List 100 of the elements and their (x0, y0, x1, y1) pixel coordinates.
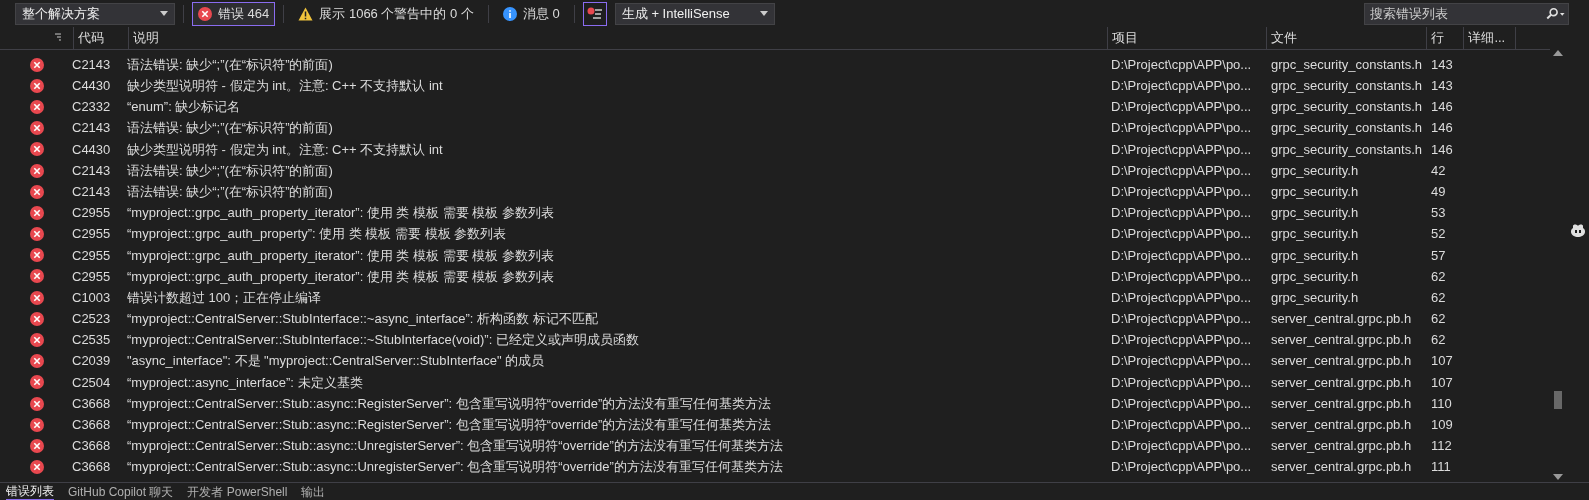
line-number: 143 (1430, 77, 1454, 96)
file-name: grpc_security_constants.h (1270, 98, 1424, 117)
file-name: server_central.grpc.pb.h (1270, 394, 1413, 413)
filter-toggle[interactable]: 错误 464 (192, 1, 276, 26)
copilot-icon[interactable] (1569, 223, 1586, 238)
filter-icon (586, 6, 603, 21)
line-number: 143 (1430, 55, 1454, 74)
error-code: C2504 (71, 373, 112, 392)
line-number: 146 (1430, 119, 1454, 138)
line-number: 62 (1430, 310, 1447, 329)
file-name: grpc_security.h (1270, 267, 1360, 286)
error-icon (198, 6, 212, 21)
line-number: 53 (1430, 204, 1447, 223)
error-icon (30, 184, 44, 199)
column-header[interactable]: 代码 (72, 27, 128, 49)
panel-tab[interactable]: 输出 (301, 483, 326, 500)
error-icon (30, 311, 44, 326)
file-name: grpc_security.h (1270, 204, 1360, 223)
caret-icon (160, 11, 168, 16)
file-name: grpc_security_constants.h (1270, 77, 1424, 96)
file-name: grpc_security.h (1270, 246, 1360, 265)
line-number: 146 (1430, 140, 1454, 159)
error-code: C2955 (71, 267, 112, 286)
file-name: grpc_security.h (1270, 161, 1360, 180)
error-description: "async_interface": 不是 "myproject::CentralServer::StubInterface" 的成员 (126, 352, 546, 371)
error-icon (30, 205, 44, 220)
project-path: D:\Project\cpp\APP\po... (1110, 77, 1253, 96)
error-description: “myproject::CentralServer::StubInterface::~async_interface”: 析构函数 标记不匹配 (126, 310, 599, 329)
warning-icon (298, 6, 314, 21)
build-dropdown[interactable]: 生成 + IntelliSense (614, 2, 775, 25)
info-icon (502, 6, 517, 21)
error-icon (30, 290, 44, 305)
project-path: D:\Project\cpp\APP\po... (1110, 246, 1253, 265)
column-header[interactable]: 文件 (1266, 27, 1426, 49)
filter-button[interactable] (582, 1, 607, 26)
scope-dropdown[interactable]: 整个解决方案 (15, 2, 175, 25)
error-icon (30, 354, 44, 369)
error-description: “enum”: 缺少标记名 (126, 98, 242, 117)
project-path: D:\Project\cpp\APP\po... (1110, 373, 1253, 392)
error-description: “myproject::grpc_auth_property_iterator”: 使用 类 模板 需要 模板 参数列表 (126, 246, 555, 265)
error-code: C2039 (71, 352, 112, 371)
project-path: D:\Project\cpp\APP\po... (1110, 310, 1253, 329)
error-description: 错误计数超过 100；正在停止编译 (126, 288, 323, 307)
line-number: 62 (1430, 288, 1447, 307)
error-icon (30, 227, 44, 242)
column-header[interactable]: 行 (1425, 27, 1464, 49)
file-name: server_central.grpc.pb.h (1270, 437, 1413, 456)
file-name: server_central.grpc.pb.h (1270, 458, 1413, 477)
project-path: D:\Project\cpp\APP\po... (1110, 225, 1253, 244)
line-number: 146 (1430, 98, 1454, 117)
project-path: D:\Project\cpp\APP\po... (1110, 352, 1253, 371)
error-icon (30, 460, 44, 475)
file-name: server_central.grpc.pb.h (1270, 416, 1413, 435)
line-number: 107 (1430, 352, 1454, 371)
project-path: D:\Project\cpp\APP\po... (1110, 331, 1253, 350)
project-path: D:\Project\cpp\APP\po... (1110, 458, 1253, 477)
error-code: C2523 (71, 310, 112, 329)
error-code: C3668 (71, 437, 112, 456)
file-name: grpc_security_constants.h (1270, 140, 1424, 159)
scrollbar-thumb[interactable] (1554, 391, 1562, 409)
column-header[interactable]: 详细... (1463, 27, 1516, 49)
column-header[interactable]: 说明 (127, 27, 1107, 49)
error-description: “myproject::CentralServer::Stub::async::UnregisterServer”: 包含重写说明符“override”的方法没有重写任何基类方法 (126, 437, 784, 456)
project-path: D:\Project\cpp\APP\po... (1110, 182, 1253, 201)
panel-tab[interactable]: GitHub Copilot 聊天 (68, 483, 174, 500)
error-icon (30, 396, 44, 411)
error-code: C4430 (71, 77, 112, 96)
file-name: grpc_security.h (1270, 225, 1360, 244)
error-description: “myproject::CentralServer::Stub::async::RegisterServer”: 包含重写说明符“override”的方法没有重写任何基类方法 (126, 416, 773, 435)
filter-toggle[interactable]: 消息 0 (496, 1, 566, 26)
error-description: “myproject::grpc_auth_property_iterator”: 使用 类 模板 需要 模板 参数列表 (126, 267, 555, 286)
error-description: “myproject::grpc_auth_property_iterator”: 使用 类 模板 需要 模板 参数列表 (126, 204, 555, 223)
error-description: 语法错误: 缺少“;”(在“标识符”的前面) (126, 119, 334, 138)
file-name: grpc_security_constants.h (1270, 119, 1424, 138)
project-path: D:\Project\cpp\APP\po... (1110, 394, 1253, 413)
line-number: 49 (1430, 182, 1447, 201)
project-path: D:\Project\cpp\APP\po... (1110, 204, 1253, 223)
error-description: “myproject::CentralServer::Stub::async::RegisterServer”: 包含重写说明符“override”的方法没有重写任何基类方法 (126, 394, 773, 413)
error-description: “myproject::CentralServer::Stub::async::UnregisterServer”: 包含重写说明符“override”的方法没有重写任何基类方法 (126, 458, 784, 477)
caret-icon (759, 11, 768, 16)
error-description: 语法错误: 缺少“;”(在“标识符”的前面) (126, 161, 334, 180)
line-number: 111 (1430, 458, 1452, 477)
error-description: 语法错误: 缺少“;”(在“标识符”的前面) (126, 182, 334, 201)
error-icon (30, 99, 44, 114)
error-code: C3668 (71, 416, 112, 435)
scroll-up-icon[interactable] (1553, 50, 1563, 56)
error-code: C2143 (71, 119, 112, 138)
panel-tab[interactable]: 错误列表 (6, 483, 54, 500)
error-icon (30, 375, 44, 390)
project-path: D:\Project\cpp\APP\po... (1110, 437, 1253, 456)
line-number: 109 (1430, 416, 1454, 435)
file-name: grpc_security_constants.h (1270, 55, 1424, 74)
file-name: grpc_security.h (1270, 182, 1360, 201)
panel-tab[interactable]: 开发者 PowerShell (187, 483, 288, 500)
filter-toggle[interactable]: 展示 1066 个警告中的 0 个 (292, 1, 480, 26)
column-header[interactable]: 项目 (1106, 27, 1267, 49)
scroll-down-icon[interactable] (1553, 474, 1563, 480)
error-code: C4430 (71, 140, 112, 159)
sort-icon (52, 33, 63, 43)
project-path: D:\Project\cpp\APP\po... (1110, 288, 1253, 307)
